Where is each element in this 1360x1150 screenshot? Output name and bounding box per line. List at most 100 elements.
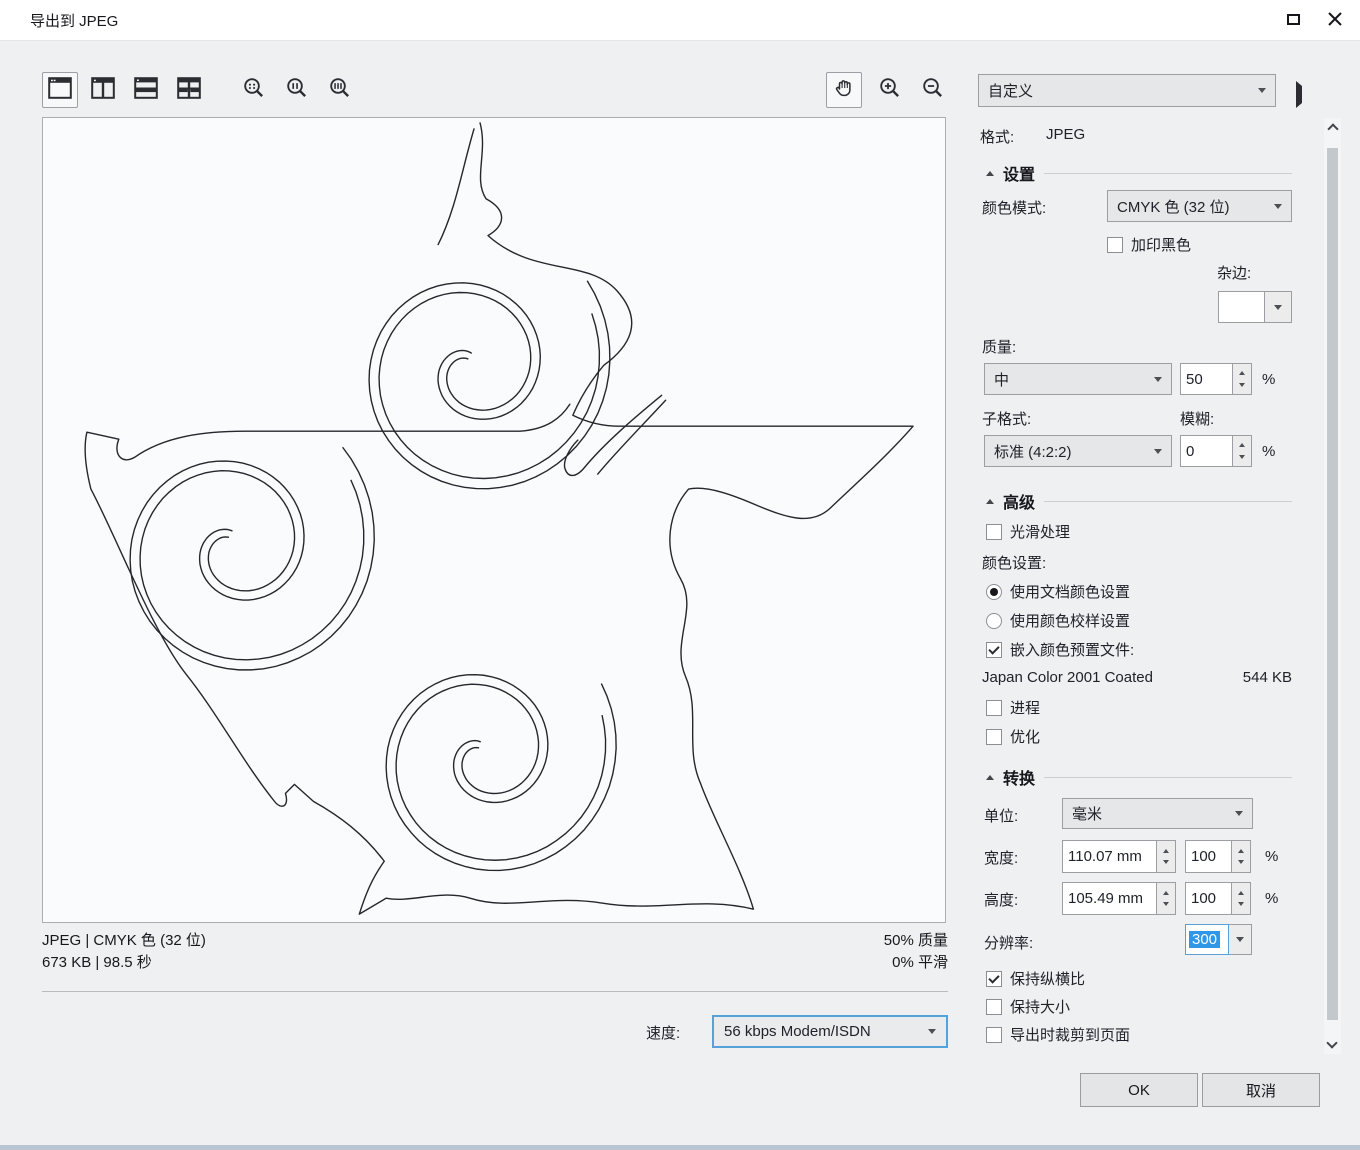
collapse-icon — [986, 499, 994, 504]
embed-profile-checkbox[interactable] — [986, 642, 1002, 658]
blur-spinner[interactable]: 0 — [1180, 435, 1252, 467]
preview-two-horizontal-panes-button[interactable] — [128, 72, 164, 108]
spinner-down-icon[interactable] — [1238, 902, 1244, 906]
zoom-to-fit-button[interactable] — [322, 72, 358, 108]
smoothing-option[interactable]: 光滑处理 — [986, 521, 1070, 542]
keep-aspect-checkbox[interactable] — [986, 971, 1002, 987]
spinner-buttons[interactable] — [1157, 840, 1176, 873]
section-advanced-header[interactable]: 高级 — [986, 489, 1292, 513]
zoom-1to1-button[interactable] — [279, 72, 315, 108]
width-percent-value[interactable]: 100 — [1185, 840, 1232, 873]
matte-dropdown-button[interactable] — [1265, 291, 1292, 323]
use-document-color-option[interactable]: 使用文档颜色设置 — [986, 581, 1130, 602]
keep-size-checkbox[interactable] — [986, 999, 1002, 1015]
preview-single-pane-button[interactable] — [42, 72, 78, 108]
optimize-option[interactable]: 优化 — [986, 726, 1040, 747]
crop-to-page-option[interactable]: 导出时裁剪到页面 — [986, 1024, 1130, 1045]
progressive-option[interactable]: 进程 — [986, 697, 1040, 718]
zoom-out-button[interactable] — [915, 72, 951, 108]
color-settings-label: 颜色设置: — [982, 552, 1046, 573]
blur-value[interactable]: 0 — [1180, 435, 1233, 467]
zoom-to-selected-button[interactable] — [236, 72, 272, 108]
width-spinner[interactable]: 110.07 mm — [1062, 840, 1176, 873]
quality-percent-value[interactable]: 50 — [1180, 363, 1233, 395]
resolution-dropdown-button[interactable] — [1229, 924, 1252, 955]
hand-icon — [833, 77, 855, 104]
preset-flyout-button[interactable] — [1296, 86, 1302, 104]
preview-four-panes-button[interactable] — [171, 72, 207, 108]
collapse-icon — [986, 171, 994, 176]
unit-value: 毫米 — [1072, 803, 1102, 824]
spinner-buttons[interactable] — [1233, 435, 1252, 467]
spinner-buttons[interactable] — [1232, 840, 1251, 873]
embed-profile-option[interactable]: 嵌入颜色预置文件: — [986, 639, 1134, 660]
optimize-checkbox[interactable] — [986, 729, 1002, 745]
spinner-up-icon[interactable] — [1239, 443, 1245, 447]
scroll-down-icon[interactable] — [1326, 1037, 1337, 1048]
ok-button[interactable]: OK — [1080, 1073, 1198, 1107]
speed-label: 速度: — [646, 1022, 680, 1043]
height-percent-value[interactable]: 100 — [1185, 882, 1232, 915]
panel-scrollbar[interactable] — [1324, 118, 1341, 1054]
blur-label: 模糊: — [1180, 408, 1214, 429]
use-document-color-radio[interactable] — [986, 584, 1002, 600]
resolution-input[interactable]: 300 — [1185, 924, 1229, 955]
progressive-checkbox[interactable] — [986, 700, 1002, 716]
pan-tool-button[interactable] — [826, 72, 862, 108]
unit-label: 单位: — [984, 805, 1018, 826]
matte-color-swatch[interactable] — [1218, 291, 1265, 323]
use-proof-color-option[interactable]: 使用颜色校样设置 — [986, 610, 1130, 631]
section-transform-title: 转换 — [1003, 765, 1035, 789]
scrollbar-thumb[interactable] — [1327, 148, 1338, 1020]
spinner-buttons[interactable] — [1157, 882, 1176, 915]
chevron-down-icon — [1274, 204, 1282, 209]
height-percent-spinner[interactable]: 100 — [1185, 882, 1251, 915]
overprint-black-option[interactable]: 加印黑色 — [1107, 234, 1191, 255]
speed-dropdown[interactable]: 56 kbps Modem/ISDN — [712, 1015, 948, 1048]
smoothing-checkbox[interactable] — [986, 524, 1002, 540]
preset-dropdown[interactable]: 自定义 — [978, 74, 1276, 107]
width-value[interactable]: 110.07 mm — [1062, 840, 1157, 873]
subformat-dropdown[interactable]: 标准 (4:2:2) — [984, 435, 1172, 467]
spinner-up-icon[interactable] — [1238, 849, 1244, 853]
spinner-down-icon[interactable] — [1238, 860, 1244, 864]
preview-two-vertical-panes-button[interactable] — [85, 72, 121, 108]
chevron-down-icon — [1258, 88, 1266, 93]
spinner-up-icon[interactable] — [1239, 371, 1245, 375]
crop-to-page-checkbox[interactable] — [986, 1027, 1002, 1043]
section-settings-header[interactable]: 设置 — [986, 161, 1292, 185]
spinner-down-icon[interactable] — [1239, 455, 1245, 459]
keep-size-option[interactable]: 保持大小 — [986, 996, 1070, 1017]
spinner-buttons[interactable] — [1232, 882, 1251, 915]
height-value[interactable]: 105.49 mm — [1062, 882, 1157, 915]
quality-dropdown[interactable]: 中 — [984, 363, 1172, 395]
use-proof-color-radio[interactable] — [986, 613, 1002, 629]
color-mode-dropdown[interactable]: CMYK 色 (32 位) — [1107, 190, 1292, 222]
scroll-up-icon[interactable] — [1327, 123, 1338, 134]
width-percent-spinner[interactable]: 100 — [1185, 840, 1251, 873]
height-spinner[interactable]: 105.49 mm — [1062, 882, 1176, 915]
spinner-up-icon[interactable] — [1238, 891, 1244, 895]
matte-color-picker[interactable] — [1218, 291, 1292, 323]
keep-aspect-option[interactable]: 保持纵横比 — [986, 968, 1085, 989]
section-advanced-title: 高级 — [1003, 489, 1035, 513]
preview-canvas[interactable] — [42, 117, 946, 923]
close-icon[interactable] — [1326, 10, 1344, 28]
unit-dropdown[interactable]: 毫米 — [1062, 798, 1253, 829]
spinner-up-icon[interactable] — [1163, 891, 1169, 895]
zoom-out-icon — [922, 77, 944, 104]
overprint-black-checkbox[interactable] — [1107, 237, 1123, 253]
quality-percent-spinner[interactable]: 50 — [1180, 363, 1252, 395]
spinner-down-icon[interactable] — [1163, 860, 1169, 864]
optimize-label: 优化 — [1010, 726, 1040, 747]
spinner-down-icon[interactable] — [1239, 383, 1245, 387]
blur-percent-sign: % — [1262, 443, 1275, 460]
spinner-down-icon[interactable] — [1163, 902, 1169, 906]
section-transform-header[interactable]: 转换 — [986, 765, 1292, 789]
resolution-combo[interactable]: 300 — [1185, 924, 1252, 955]
zoom-in-button[interactable] — [872, 72, 908, 108]
maximize-icon[interactable] — [1287, 14, 1300, 25]
spinner-up-icon[interactable] — [1163, 849, 1169, 853]
cancel-button[interactable]: 取消 — [1202, 1073, 1320, 1107]
spinner-buttons[interactable] — [1233, 363, 1252, 395]
